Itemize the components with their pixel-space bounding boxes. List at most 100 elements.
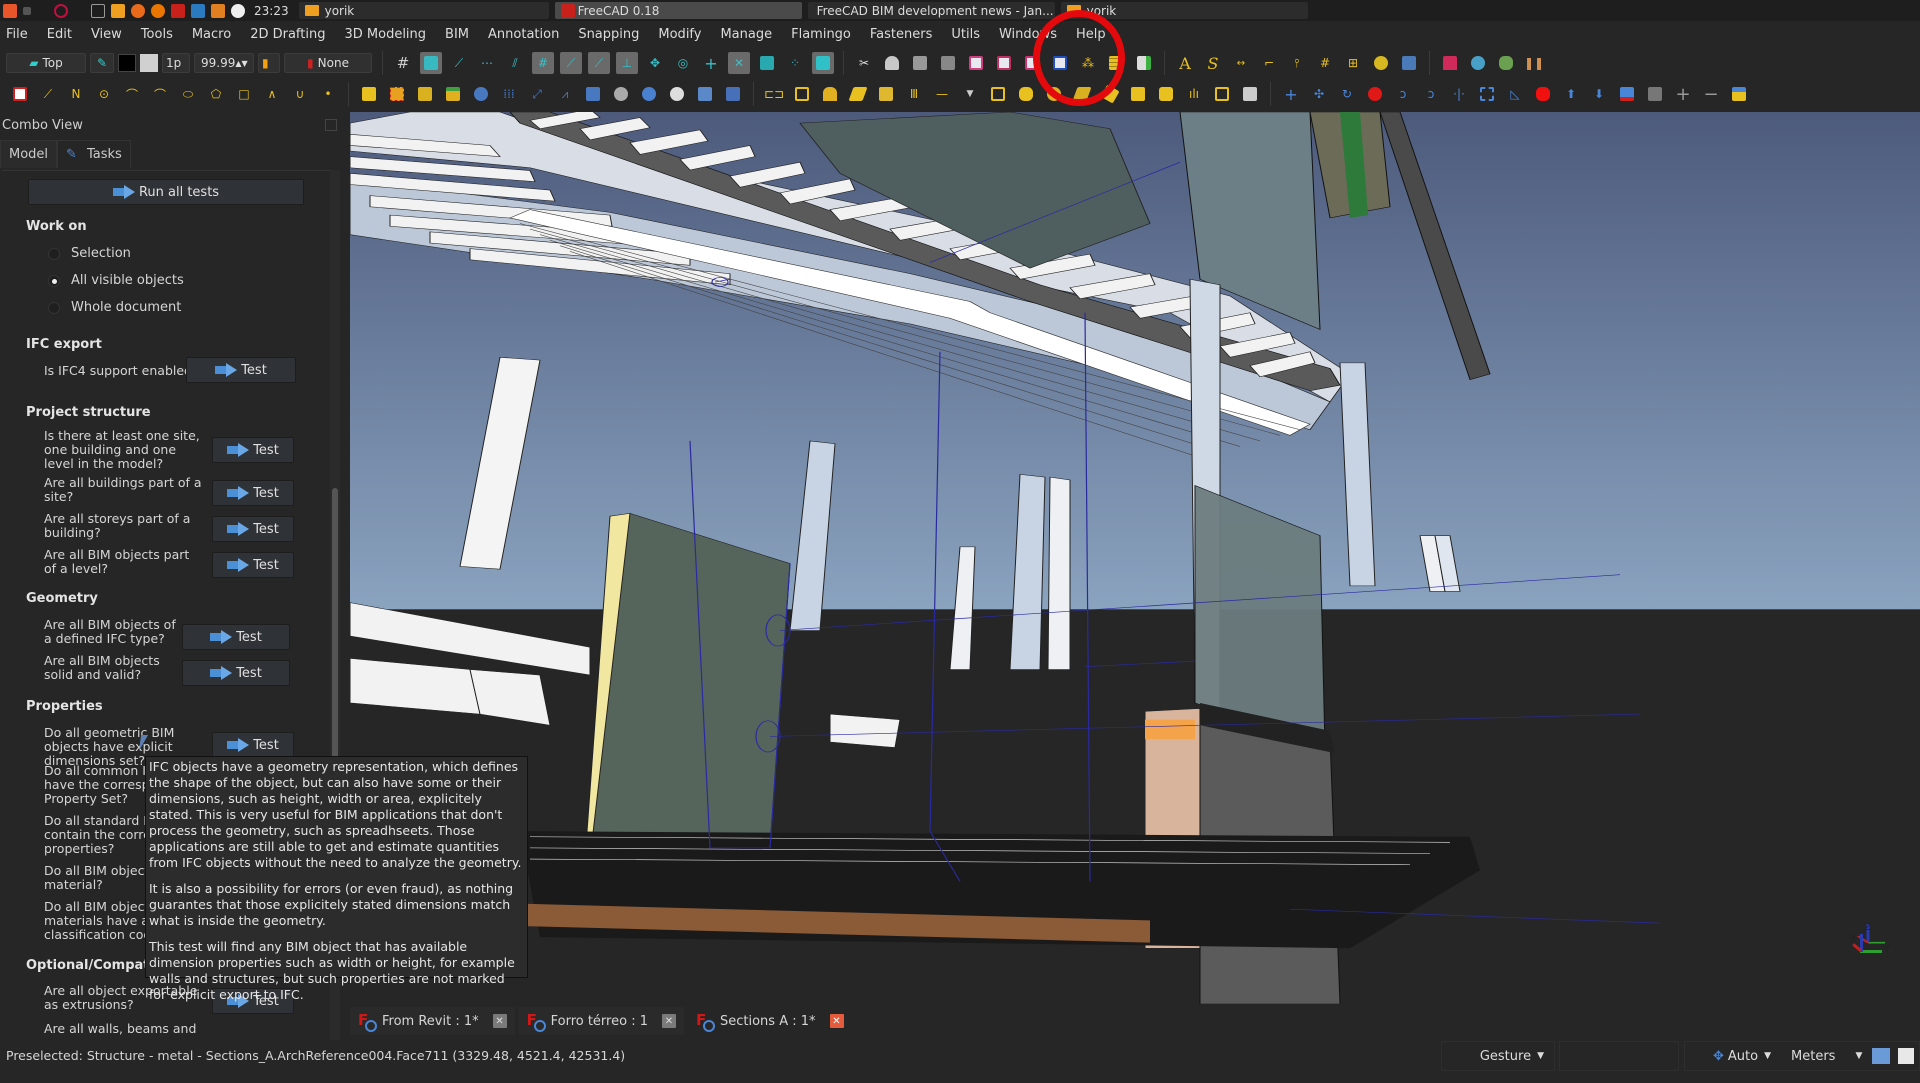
boolean-cut-icon[interactable] xyxy=(610,83,632,105)
minimize-icon[interactable] xyxy=(23,6,31,15)
snap-workingplane-icon[interactable] xyxy=(756,52,778,74)
navigation-style-selector[interactable]: Gesture ▼ xyxy=(1441,1041,1555,1071)
task-folder-yorik-2[interactable]: yorik xyxy=(1060,2,1308,19)
bim-beam-icon[interactable] xyxy=(847,83,869,105)
menu-file[interactable]: File xyxy=(6,27,28,42)
upgrade-icon[interactable]: ⬆ xyxy=(1560,83,1582,105)
downgrade-icon[interactable]: ⬇ xyxy=(1588,83,1610,105)
test-button-ifc-type[interactable]: Test xyxy=(182,624,290,650)
menu-snapping[interactable]: Snapping xyxy=(578,27,639,42)
mirror-icon[interactable]: ⩘ xyxy=(554,83,576,105)
snap-ortho-icon[interactable]: + xyxy=(700,52,722,74)
cube-icon[interactable] xyxy=(358,83,380,105)
bim-curtainwall-icon[interactable] xyxy=(791,83,813,105)
menu-utils[interactable]: Utils xyxy=(951,27,980,42)
menu-manage[interactable]: Manage xyxy=(720,27,772,42)
bim-stairs-icon[interactable] xyxy=(1071,83,1093,105)
blender-icon[interactable] xyxy=(151,3,165,18)
inkscape-icon[interactable] xyxy=(231,3,245,18)
task-freecad[interactable]: FreeCAD 0.18 xyxy=(554,2,802,19)
close-tab-button[interactable]: ✕ xyxy=(661,1014,676,1028)
working-plane-button[interactable]: ▰ Top xyxy=(6,53,86,73)
primitives-icon[interactable] xyxy=(386,83,408,105)
text-icon[interactable]: A xyxy=(1174,52,1196,74)
debian-menu-icon[interactable] xyxy=(54,3,68,18)
cut-plane-icon[interactable] xyxy=(1616,83,1638,105)
bim-setup-icon[interactable] xyxy=(881,52,903,74)
ifc-elements-icon[interactable] xyxy=(965,52,987,74)
ifc-quantities-icon[interactable] xyxy=(993,52,1015,74)
join-icon[interactable]: ·|· xyxy=(1448,83,1470,105)
snap-midpoint-icon[interactable]: ⋯ xyxy=(476,52,498,74)
trimex-icon[interactable]: ↄ xyxy=(1420,83,1442,105)
bspline-icon[interactable]: ∧ xyxy=(261,83,283,105)
construction-mode-button[interactable]: ✎ xyxy=(90,53,114,73)
split-icon[interactable] xyxy=(694,83,716,105)
boolean-union-icon[interactable] xyxy=(638,83,660,105)
test-button-explicit-dimensions[interactable]: Test xyxy=(212,732,294,758)
boolean-intersect-icon[interactable] xyxy=(666,83,688,105)
menu-3d-modeling[interactable]: 3D Modeling xyxy=(344,27,426,42)
point-icon[interactable]: • xyxy=(317,83,339,105)
bim-component-icon[interactable] xyxy=(1211,83,1233,105)
bim-rebar-icon[interactable]: — xyxy=(931,83,953,105)
snap-grid-icon[interactable]: # xyxy=(392,52,414,74)
dropdown-arrow-icon[interactable]: ▼ xyxy=(959,83,981,105)
gimp-icon[interactable] xyxy=(211,3,225,18)
move-icon[interactable]: + xyxy=(1280,83,1302,105)
menu-annotation[interactable]: Annotation xyxy=(488,27,559,42)
wp-up-icon[interactable] xyxy=(1728,83,1750,105)
radio-whole-document[interactable]: Whole document xyxy=(48,300,181,315)
float-panel-button[interactable] xyxy=(325,119,337,131)
doc-tab-from-revit[interactable]: From Revit : 1*✕ xyxy=(350,1007,515,1035)
test-button-storeys-in-building[interactable]: Test xyxy=(212,516,294,542)
freecad-launcher-icon[interactable] xyxy=(171,3,185,18)
dimension-icon[interactable]: ↔ xyxy=(1230,52,1252,74)
menu-flamingo[interactable]: Flamingo xyxy=(791,27,851,42)
arc-icon[interactable]: ⌒ xyxy=(121,83,143,105)
menu-fasteners[interactable]: Fasteners xyxy=(870,27,932,42)
line-width-spinbox[interactable]: 1p xyxy=(162,53,190,73)
add-icon[interactable]: + xyxy=(1672,83,1694,105)
database-icon[interactable] xyxy=(1495,52,1517,74)
materials-icon[interactable]: ⁂ xyxy=(1077,52,1099,74)
test-button-solid-valid[interactable]: Test xyxy=(182,660,290,686)
units-selector[interactable]: Meters xyxy=(1791,1049,1835,1064)
shapestring-icon[interactable]: S xyxy=(1202,52,1224,74)
report-view-icon[interactable] xyxy=(1898,1048,1915,1064)
draw-icon[interactable] xyxy=(191,3,205,18)
building-globe-icon[interactable] xyxy=(1467,52,1489,74)
array-icon[interactable]: ⁞⁞⁞ xyxy=(498,83,520,105)
tools-icon[interactable]: ✂ xyxy=(853,52,875,74)
radio-button-checked[interactable] xyxy=(48,274,60,287)
layer-selector[interactable]: ▮ None xyxy=(284,53,372,73)
view-cube-icon[interactable] xyxy=(1398,52,1420,74)
radio-button[interactable] xyxy=(48,247,60,260)
snap-near-icon[interactable]: ⟋ xyxy=(588,52,610,74)
circle-icon[interactable]: ⊙ xyxy=(93,83,115,105)
snap-intersection-icon[interactable]: # xyxy=(532,52,554,74)
radio-selection[interactable]: Selection xyxy=(48,246,131,261)
snap-angle-icon[interactable]: ✕ xyxy=(728,52,750,74)
snap-special-icon[interactable]: ✥ xyxy=(644,52,666,74)
bim-levels-icon[interactable] xyxy=(937,52,959,74)
footprint-icon[interactable]: ❚❚ xyxy=(1523,52,1545,74)
line-icon[interactable]: ⟋ xyxy=(37,83,59,105)
files-icon[interactable] xyxy=(111,3,125,18)
bim-fence-icon[interactable]: ılı xyxy=(1183,83,1205,105)
bim-slab-icon[interactable] xyxy=(875,83,897,105)
shape-builder-icon[interactable] xyxy=(470,83,492,105)
doc-tab-forro-terreo[interactable]: Forro térreo : 1✕ xyxy=(518,1007,684,1035)
ifc-properties-icon[interactable] xyxy=(1021,52,1043,74)
close-app-icon[interactable] xyxy=(3,3,17,18)
test-button-buildings-in-site[interactable]: Test xyxy=(212,480,294,506)
rotate-icon[interactable]: ↻ xyxy=(1336,83,1358,105)
grid-icon[interactable]: ⊞ xyxy=(1342,52,1364,74)
classification-icon[interactable] xyxy=(1049,52,1071,74)
rectangle-icon[interactable]: □ xyxy=(233,83,255,105)
bim-frame-icon[interactable] xyxy=(1099,83,1121,105)
polygon-icon[interactable]: ⬠ xyxy=(205,83,227,105)
bim-project-icon[interactable] xyxy=(909,52,931,74)
clone-icon[interactable] xyxy=(582,83,604,105)
monitor-icon[interactable] xyxy=(1872,1048,1891,1064)
